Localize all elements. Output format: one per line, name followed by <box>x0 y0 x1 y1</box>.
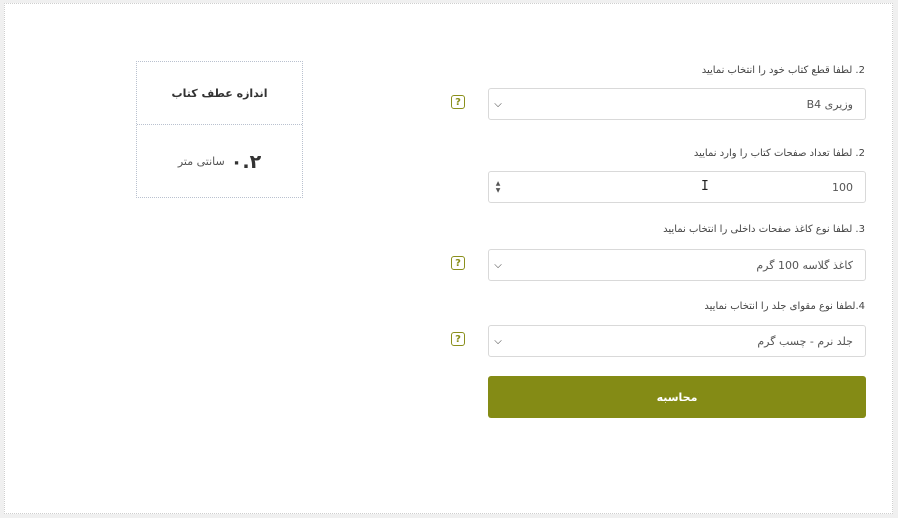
cover-type-select[interactable]: ⌵ جلد نرم - چسب گرم <box>488 325 866 357</box>
book-size-value: وزیری B4 <box>806 97 853 111</box>
help-icon[interactable]: ? <box>451 332 465 346</box>
help-icon[interactable]: ? <box>451 95 465 109</box>
page-count-input[interactable]: ▲ ▼ 100 <box>488 171 866 203</box>
paper-type-value: کاغذ گلاسه 100 گرم <box>756 258 853 272</box>
spine-size-title: اندازه عطف کتاب <box>137 62 302 125</box>
chevron-down-icon: ⌵ <box>494 98 502 110</box>
page-count-label: 2. لطفا تعداد صفحات کتاب را وارد نمایید <box>693 148 865 159</box>
help-icon[interactable]: ? <box>451 256 465 270</box>
cover-type-value: جلد نرم - چسب گرم <box>757 334 853 348</box>
spine-size-result: ۰.۲ سانتی متر <box>137 125 302 198</box>
spine-size-value: ۰.۲ <box>230 150 262 173</box>
spine-size-card: اندازه عطف کتاب ۰.۲ سانتی متر <box>136 61 303 198</box>
book-size-select[interactable]: ⌵ وزیری B4 <box>488 88 866 120</box>
book-size-label: 2. لطفا قطع کتاب خود را انتخاب نمایید <box>701 65 865 76</box>
spine-size-unit: سانتی متر <box>177 155 225 168</box>
chevron-down-icon: ⌵ <box>494 259 502 271</box>
paper-type-select[interactable]: ⌵ کاغذ گلاسه 100 گرم <box>488 249 866 281</box>
text-cursor-icon: I <box>701 179 709 194</box>
chevron-down-icon: ⌵ <box>494 335 502 347</box>
cover-type-label: 4.لطفا نوع مقوای جلد را انتخاب نمایید <box>704 301 865 312</box>
paper-type-label: 3. لطفا نوع کاغذ صفحات داخلی را انتخاب ن… <box>663 224 865 235</box>
page-count-value: 100 <box>832 180 853 194</box>
number-spinner-icon[interactable]: ▲ ▼ <box>489 172 507 202</box>
calculate-button[interactable]: محاسبه <box>488 376 866 418</box>
